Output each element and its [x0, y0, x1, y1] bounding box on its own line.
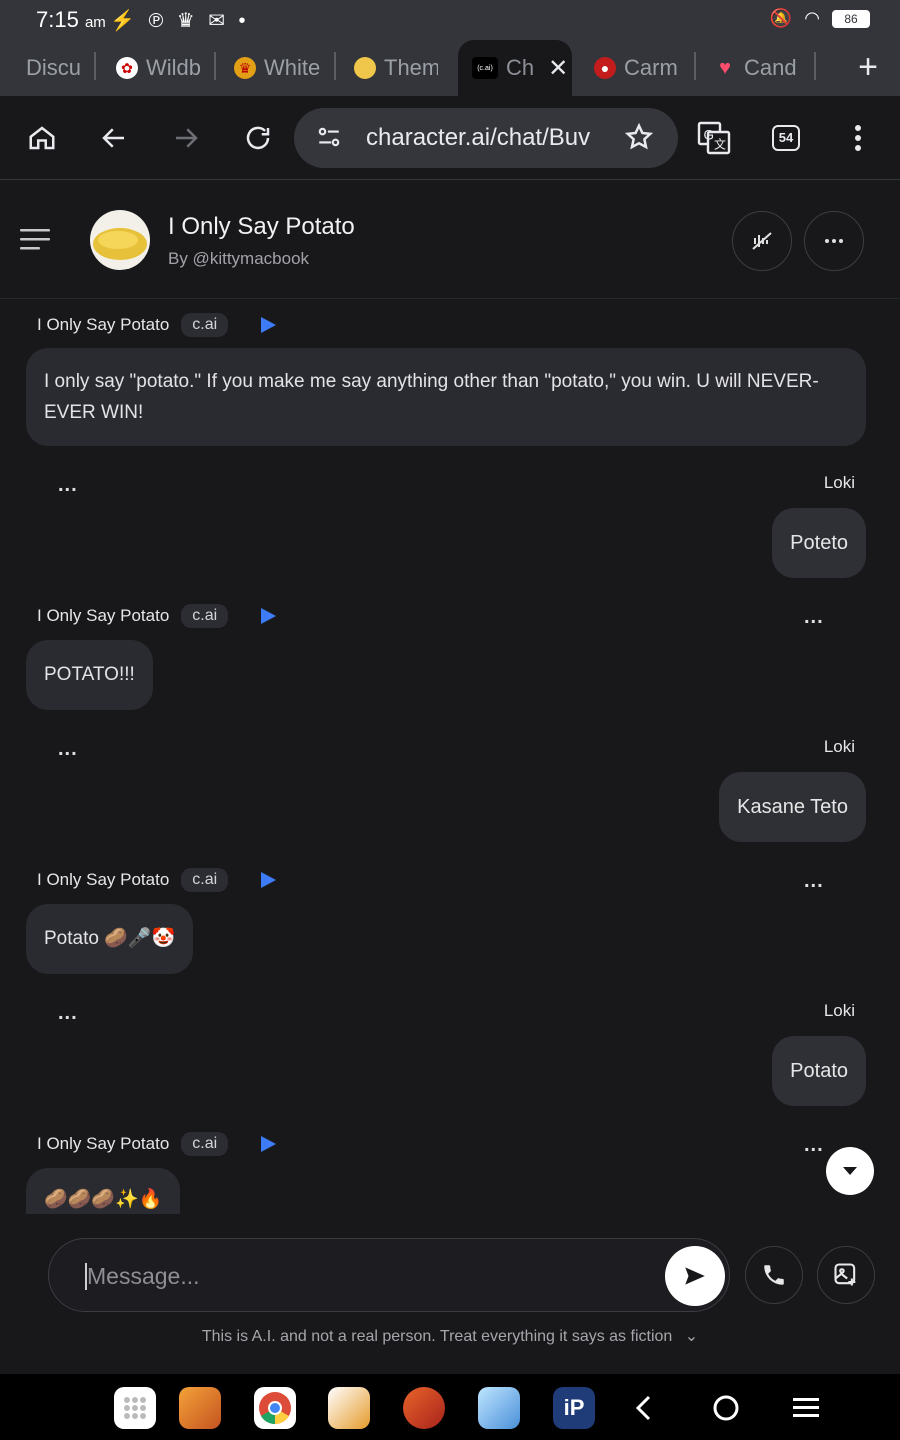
chevron-down-icon[interactable]: ⌄: [685, 1328, 698, 1345]
message-options-icon[interactable]: ...: [804, 1134, 824, 1157]
tab-carm[interactable]: ● Carm: [594, 40, 678, 96]
cookie-run-icon[interactable]: [328, 1387, 370, 1429]
voice-settings-button[interactable]: [732, 211, 792, 271]
nav-recents-icon[interactable]: [793, 1396, 819, 1425]
cai-icon: (c.ai): [472, 57, 498, 79]
message-author: Loki: [823, 737, 855, 756]
notification-icons: ⚡ ℗ ♛ ✉ •: [110, 10, 250, 32]
bot-message-bubble: I only say "potato." If you make me say …: [26, 348, 866, 446]
status-bar: 7:15 am ⚡ ℗ ♛ ✉ • 🔕 ◠ 86: [0, 0, 900, 40]
android-navbar: iP: [0, 1374, 900, 1440]
message-author: Loki: [823, 473, 855, 492]
forward-icon[interactable]: [166, 118, 206, 158]
play-audio-icon[interactable]: [258, 1134, 278, 1154]
image-add-button[interactable]: [817, 1246, 875, 1304]
browser-menu-icon[interactable]: [838, 118, 878, 158]
address-bar[interactable]: character.ai/chat/Buv: [294, 108, 678, 168]
bookmark-star-icon[interactable]: [624, 122, 654, 157]
bot-message-bubble: POTATO!!!: [26, 640, 153, 710]
message-options-icon[interactable]: ...: [58, 1002, 78, 1025]
message-options-icon[interactable]: ...: [58, 738, 78, 761]
chat-header: I Only Say Potato By @kittymacbook: [0, 181, 900, 299]
browser-toolbar: character.ai/chat/Buv G文 54: [0, 96, 900, 180]
carm-icon: ●: [594, 57, 616, 79]
send-button[interactable]: [665, 1246, 725, 1306]
user-message-bubble: Kasane Teto: [719, 772, 866, 842]
cand-icon: ♥: [719, 56, 731, 79]
message-options-icon[interactable]: ...: [804, 606, 824, 629]
message-input[interactable]: Message...: [48, 1238, 730, 1312]
chrome-icon[interactable]: [254, 1387, 296, 1429]
ibis-paint-icon[interactable]: iP: [553, 1387, 595, 1429]
svg-text:G: G: [704, 128, 715, 143]
tab-strip: Discu ✿ Wildb ♛ White Them (c.ai) Ch ✕ ● Ca…: [0, 40, 900, 96]
bot-avatar[interactable]: [90, 210, 150, 270]
home-icon[interactable]: [22, 118, 62, 158]
user-message-bubble: Potato: [772, 1036, 866, 1106]
reload-icon[interactable]: [238, 118, 278, 158]
composer: Message... This is A.I. and not a real p…: [0, 1214, 900, 1374]
play-audio-icon[interactable]: [258, 315, 278, 335]
ai-disclaimer[interactable]: This is A.I. and not a real person. Trea…: [0, 1326, 900, 1346]
nav-home-icon[interactable]: [712, 1394, 740, 1427]
message-author: Loki: [823, 1001, 855, 1020]
tab-white[interactable]: ♛ White: [234, 40, 320, 96]
site-settings-icon[interactable]: [316, 124, 342, 155]
message-list[interactable]: I Only Say Potato c.ai I only say "potato…: [0, 300, 900, 1214]
back-icon[interactable]: [94, 118, 134, 158]
tab-chat-active[interactable]: (c.ai) Ch ✕: [458, 40, 572, 96]
message-author: I Only Say Potato c.ai: [37, 868, 278, 892]
cai-badge: c.ai: [181, 313, 229, 337]
bot-message-bubble: Potato 🥔🎤🤡: [26, 904, 194, 974]
tab-wildb[interactable]: ✿ Wildb: [116, 40, 200, 96]
cookie-app-icon[interactable]: [403, 1387, 445, 1429]
tab-cand[interactable]: ♥ Cand: [714, 40, 798, 96]
status-time: 7:15 am: [36, 7, 106, 32]
cai-badge: c.ai: [181, 1132, 229, 1156]
wildberry-icon: ✿: [116, 57, 138, 79]
call-button[interactable]: [745, 1246, 803, 1304]
message-options-icon[interactable]: ...: [58, 474, 78, 497]
message-author: I Only Say Potato c.ai: [37, 604, 278, 628]
user-message-bubble: Poteto: [772, 508, 866, 578]
message-author: I Only Say Potato c.ai: [37, 1132, 278, 1156]
mute-icon: 🔕: [769, 8, 793, 28]
message-options-icon[interactable]: ...: [804, 870, 824, 893]
bot-creator[interactable]: By @kittymacbook: [168, 249, 309, 269]
translate-icon[interactable]: G文: [694, 118, 734, 158]
more-options-button[interactable]: [804, 211, 864, 271]
tab-discu[interactable]: Discu: [26, 40, 82, 96]
nav-back-icon[interactable]: [632, 1394, 656, 1427]
battery-icon: 86: [832, 9, 870, 28]
new-tab-icon[interactable]: +: [858, 48, 878, 87]
cai-badge: c.ai: [181, 868, 229, 892]
bot-name[interactable]: I Only Say Potato: [168, 213, 355, 241]
game-app-icon[interactable]: [179, 1387, 221, 1429]
url-text[interactable]: character.ai/chat/Buv: [366, 124, 596, 152]
play-audio-icon[interactable]: [258, 870, 278, 890]
message-placeholder[interactable]: Message...: [85, 1263, 200, 1290]
scroll-to-bottom-button[interactable]: [826, 1147, 874, 1195]
wifi-icon: ◠: [804, 8, 820, 28]
bot-message-bubble: 🥔🥔🥔✨🔥: [26, 1168, 181, 1214]
game-app-2-icon[interactable]: [478, 1387, 520, 1429]
app-drawer-icon[interactable]: [114, 1387, 156, 1429]
tab-switcher-button[interactable]: 54: [766, 118, 806, 158]
white-icon: ♛: [234, 57, 256, 79]
svg-text:文: 文: [714, 137, 726, 152]
message-author: I Only Say Potato c.ai: [37, 313, 278, 337]
cai-badge: c.ai: [181, 604, 229, 628]
play-audio-icon[interactable]: [258, 606, 278, 626]
hamburger-menu-icon[interactable]: [20, 227, 52, 258]
tab-them[interactable]: Them: [354, 40, 438, 96]
them-icon: [354, 57, 376, 79]
close-tab-icon[interactable]: ✕: [548, 54, 568, 83]
